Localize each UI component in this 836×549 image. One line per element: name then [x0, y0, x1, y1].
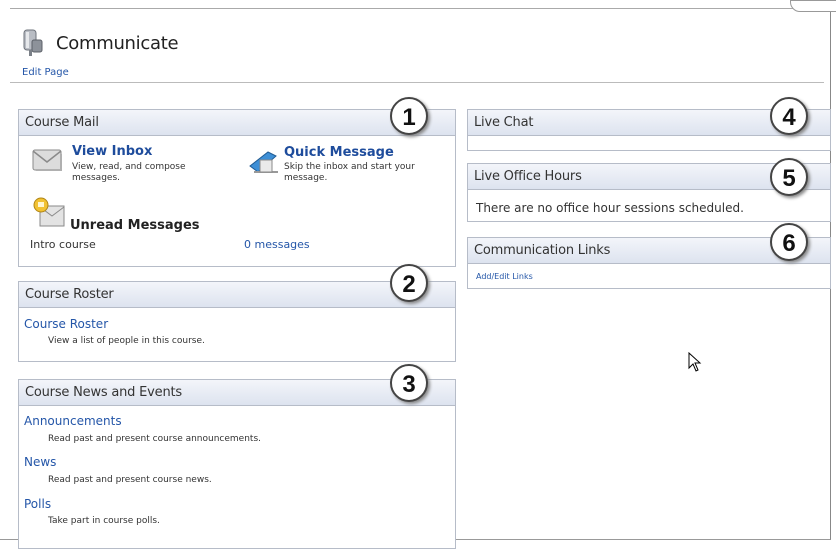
polls-desc: Take part in course polls.	[48, 516, 160, 526]
view-inbox-desc: View, read, and compose messages.	[72, 162, 186, 183]
envelope-icon	[30, 144, 64, 178]
divider	[10, 82, 824, 83]
callout-badge-3: 3	[390, 364, 428, 402]
window-corner	[790, 0, 836, 12]
communicate-icon	[20, 28, 44, 58]
edit-page-link[interactable]: Edit Page	[22, 67, 69, 78]
mouse-cursor-icon	[688, 351, 702, 376]
unread-course-name: Intro course	[30, 238, 96, 251]
unread-messages-title: Unread Messages	[70, 218, 200, 233]
callout-badge-1: 1	[390, 97, 428, 135]
callout-badge-6: 6	[770, 223, 808, 261]
page-title: Communicate	[56, 33, 179, 54]
unread-count-link[interactable]: 0 messages	[244, 238, 310, 251]
course-roster-link[interactable]: Course Roster	[24, 317, 108, 331]
add-edit-links-link[interactable]: Add/Edit Links	[476, 272, 533, 281]
unread-mail-icon	[32, 196, 68, 234]
top-border	[10, 8, 824, 9]
quick-message-desc: Skip the inbox and start your message.	[284, 162, 415, 183]
quick-message-link[interactable]: Quick Message	[284, 145, 394, 160]
announcements-desc: Read past and present course announcemen…	[48, 434, 262, 444]
course-roster-desc: View a list of people in this course.	[48, 336, 205, 346]
announcements-link[interactable]: Announcements	[24, 414, 122, 428]
callout-badge-2: 2	[390, 264, 428, 302]
quick-message-icon	[248, 146, 280, 180]
callout-badge-4: 4	[770, 97, 808, 135]
office-hours-message: There are no office hour sessions schedu…	[476, 201, 744, 215]
polls-link[interactable]: Polls	[24, 497, 51, 511]
callout-badge-5: 5	[770, 158, 808, 196]
view-inbox-link[interactable]: View Inbox	[72, 144, 152, 159]
news-desc: Read past and present course news.	[48, 475, 212, 485]
news-link[interactable]: News	[24, 455, 56, 469]
